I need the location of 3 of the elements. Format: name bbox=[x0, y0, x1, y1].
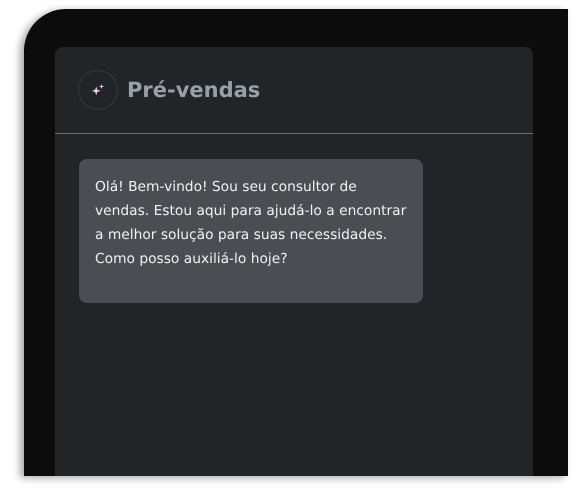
chat-title: Pré-vendas bbox=[127, 78, 260, 102]
sparkle-icon bbox=[91, 83, 105, 97]
message-bubble: Olá! Bem-vindo! Sou seu consultor de vendas. Estou aqui para ajudá-lo a encontrar a melhor solução para suas necessidades. Como posso auxiliá-lo hoje? bbox=[79, 159, 423, 303]
